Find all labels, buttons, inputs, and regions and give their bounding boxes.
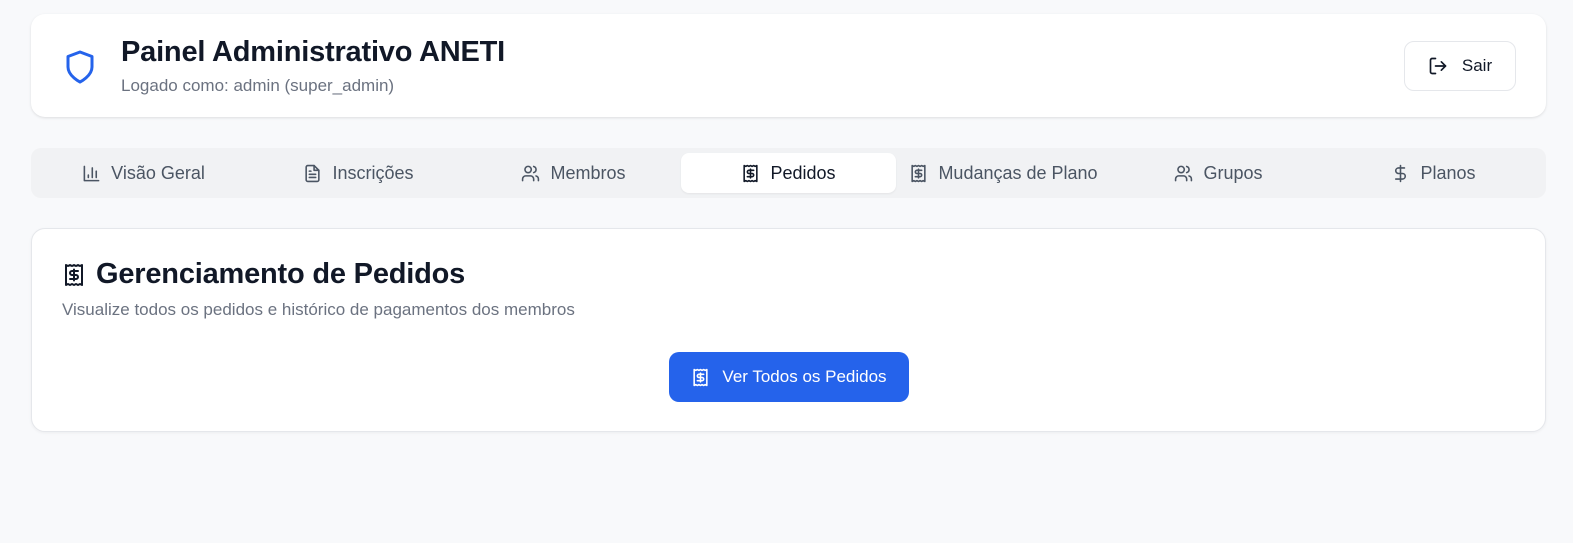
users-icon [1175, 165, 1193, 181]
tab-mudancas-de-plano[interactable]: Mudanças de Plano [896, 153, 1111, 193]
card-description: Visualize todos os pedidos e histórico d… [62, 300, 575, 319]
receipt-icon [65, 263, 83, 286]
file-text-icon [305, 164, 321, 182]
users-icon [522, 165, 540, 181]
tab-membros[interactable]: Membros [466, 153, 681, 193]
tab-visao-geral[interactable]: Visão Geral [36, 153, 251, 193]
receipt-icon [743, 164, 759, 182]
shield-icon [66, 50, 94, 84]
card-header: Gerenciamento de Pedidos [62, 258, 465, 291]
receipt-icon [911, 164, 927, 182]
app-header: Painel Administrativo ANETI Logado como:… [31, 14, 1546, 117]
tab-label: Visão Geral [111, 162, 205, 183]
logout-button[interactable]: Sair [1404, 41, 1516, 91]
tab-planos[interactable]: Planos [1326, 153, 1541, 193]
orders-card: Gerenciamento de Pedidos Visualize todos… [31, 228, 1546, 432]
receipt-icon [693, 368, 709, 386]
tab-label: Membros [550, 162, 626, 183]
dollar-icon [1395, 164, 1407, 182]
page-title: Painel Administrativo ANETI [121, 36, 506, 68]
tab-label: Pedidos [770, 162, 836, 183]
bar-chart-icon [83, 165, 100, 181]
tab-bar: Visão Geral Inscrições Membros Pedidos M… [31, 148, 1546, 198]
card-title: Gerenciamento de Pedidos [96, 258, 466, 290]
view-all-orders-button[interactable]: Ver Todos os Pedidos [669, 352, 909, 402]
tab-grupos[interactable]: Grupos [1111, 153, 1326, 193]
logged-in-as: Logado como: admin (super_admin) [121, 76, 395, 95]
log-out-icon [1429, 57, 1447, 75]
tab-label: Mudanças de Plano [938, 162, 1098, 183]
logout-label: Sair [1461, 56, 1493, 75]
view-all-orders-label: Ver Todos os Pedidos [722, 367, 887, 386]
tab-pedidos[interactable]: Pedidos [681, 153, 896, 193]
tab-label: Grupos [1203, 162, 1263, 183]
tab-label: Inscrições [332, 162, 414, 183]
tab-label: Planos [1420, 162, 1476, 183]
tab-inscricoes[interactable]: Inscrições [251, 153, 466, 193]
